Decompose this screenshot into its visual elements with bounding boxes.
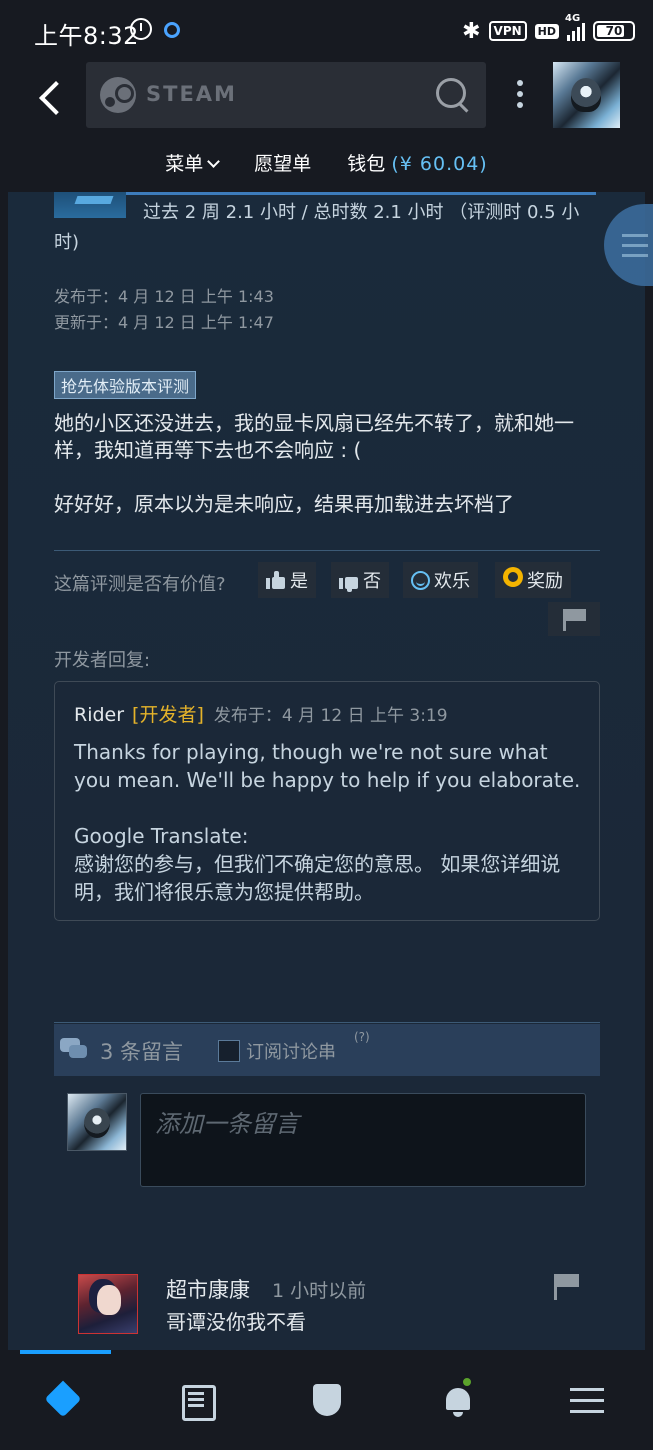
developer-reply-time: 发布于：4 月 12 日 上午 3:19 [213, 706, 448, 726]
status-time: 上午8:32 [34, 22, 139, 50]
menu-dropdown[interactable]: 菜单 [165, 149, 221, 176]
alarm-icon [130, 18, 152, 40]
developer-name: Rider [74, 704, 125, 726]
vpn-badge: VPN [488, 21, 527, 41]
battery-level: 70 [605, 24, 623, 38]
sync-icon [164, 22, 180, 38]
subscribe-checkbox[interactable] [218, 1040, 240, 1062]
divider [54, 1022, 600, 1023]
bell-icon[interactable] [438, 1380, 478, 1420]
award-icon [503, 567, 523, 593]
posted-date: 发布于：4 月 12 日 上午 1:43 [54, 287, 274, 306]
comment-text: 哥谭没你我不看 [166, 1310, 306, 1334]
review-dates: 发布于：4 月 12 日 上午 1:43 更新于：4 月 12 日 上午 1:4… [54, 284, 274, 336]
subscribe-label[interactable]: 订阅讨论串 [246, 1038, 336, 1064]
report-button[interactable] [548, 602, 600, 636]
comment-count: 3 条留言 [100, 1040, 184, 1064]
network-type: 4G [565, 13, 581, 24]
more-options-icon[interactable] [516, 80, 524, 112]
review-body: 她的小区还没进去，我的显卡风扇已经先不转了，就和她一样，我知道再等下去也不会响应… [54, 410, 604, 518]
developer-reply-text: Thanks for playing, though we're not sur… [74, 738, 589, 906]
helpful-question: 这篇评测是否有价值? [54, 574, 226, 595]
comments-header: 3 条留言 订阅讨论串 (?) [54, 1024, 600, 1076]
award-button[interactable]: 奖励 [495, 562, 571, 598]
bottom-tab-bar [0, 1350, 653, 1450]
review-paragraph: 好好好，原本以为是未响应，结果再加载进去坏档了 [54, 492, 514, 516]
user-avatar[interactable] [553, 62, 620, 128]
steam-wordmark: STEAM [146, 82, 237, 106]
divider [54, 550, 600, 551]
vote-yes-button[interactable]: 是 [258, 562, 316, 598]
app-header: STEAM 菜单 愿望单 钱包 (¥ 60.04) [0, 62, 653, 192]
review-page: 过去 2 周 2.1 小时 / 总时数 2.1 小时 （评测时 0.5 小时) … [8, 192, 653, 1352]
battery-icon: 70 [593, 21, 635, 41]
signal-icon: 4G [565, 13, 585, 41]
back-button[interactable] [38, 80, 64, 114]
chat-icon [60, 1038, 88, 1060]
chevron-down-icon [207, 154, 221, 168]
developer-reply-english: Thanks for playing, though we're not sur… [74, 740, 581, 792]
tag-icon[interactable] [46, 1380, 86, 1420]
vote-funny-button[interactable]: 欢乐 [403, 562, 478, 598]
comment-time: 1 小时以前 [272, 1280, 367, 1302]
hd-badge: HD [534, 23, 559, 39]
developer-reply-chinese: 感谢您的参与，但我们不确定您的意思。 如果您详细说明，我们将很乐意为您提供帮助。 [74, 852, 561, 904]
wallet-label: 钱包 [347, 152, 386, 175]
flag-icon [563, 609, 586, 631]
menu-icon[interactable] [568, 1380, 608, 1420]
commenter-name[interactable]: 超市康康 [166, 1274, 250, 1304]
review-paragraph: 她的小区还没进去，我的显卡风扇已经先不转了，就和她一样，我知道再等下去也不会响应… [54, 411, 574, 462]
menu-label: 菜单 [165, 152, 204, 175]
commenter-avatar[interactable] [78, 1274, 138, 1334]
status-bar: 上午8:32 ✱ VPN HD 4G 70 [0, 0, 653, 62]
wishlist-link[interactable]: 愿望单 [254, 149, 311, 176]
subscribe-help-link[interactable]: (?) [354, 1030, 370, 1044]
award-label: 奖励 [527, 571, 563, 592]
flag-icon[interactable] [552, 1274, 582, 1304]
vote-yes-label: 是 [290, 571, 308, 592]
developer-reply-label: 开发者回复: [54, 650, 151, 671]
developer-reply-box: Rider [开发者] 发布于：4 月 12 日 上午 3:19 Thanks f… [54, 681, 600, 921]
developer-tag: [开发者] [132, 704, 204, 726]
search-icon[interactable] [436, 78, 470, 112]
bluetooth-icon: ✱ [462, 18, 481, 44]
smile-icon [411, 570, 430, 590]
side-drawer-handle[interactable] [604, 204, 653, 286]
early-access-badge: 抢先体验版本评测 [54, 371, 197, 399]
header-divider [126, 192, 596, 195]
comment-item: 超市康康 1 小时以前 哥谭没你我不看 [78, 1274, 598, 1336]
notification-dot [461, 1376, 473, 1388]
vote-no-label: 否 [363, 571, 381, 592]
active-tab-indicator [20, 1350, 111, 1354]
thumbs-up-icon [266, 571, 286, 589]
wallet-link[interactable]: 钱包 (¥ 60.04) [347, 149, 487, 176]
playtime-info: 过去 2 周 2.1 小时 / 总时数 2.1 小时 （评测时 0.5 小时) [54, 202, 580, 253]
wallet-amount: (¥ 60.04) [391, 152, 488, 175]
vote-no-button[interactable]: 否 [331, 562, 389, 598]
translate-label: Google Translate: [74, 824, 249, 848]
search-bar[interactable]: STEAM [86, 62, 486, 128]
thumbs-down-icon [339, 571, 359, 592]
developer-reply-header: Rider [开发者] 发布于：4 月 12 日 上午 3:19 [74, 700, 448, 727]
news-icon[interactable] [176, 1380, 216, 1421]
sub-navigation: 菜单 愿望单 钱包 (¥ 60.04) [0, 146, 653, 178]
steam-logo-icon [100, 77, 136, 113]
vote-funny-label: 欢乐 [434, 571, 470, 592]
my-avatar [67, 1093, 127, 1151]
shield-icon[interactable] [307, 1380, 347, 1420]
updated-date: 更新于：4 月 12 日 上午 1:47 [54, 313, 274, 332]
comment-input[interactable]: 添加一条留言 [140, 1093, 586, 1187]
